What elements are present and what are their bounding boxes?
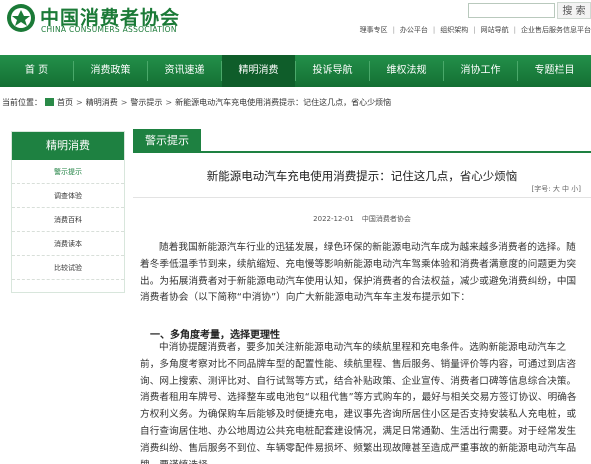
nav-item-news[interactable]: 资讯速递 bbox=[148, 55, 221, 87]
sidebar-title: 精明消费 bbox=[12, 132, 124, 160]
sidebar-item-readers[interactable]: 消费读本 bbox=[12, 232, 124, 256]
sidebar-item-surveys[interactable]: 调查体验 bbox=[12, 184, 124, 208]
breadcrumb-home[interactable]: 首页 bbox=[57, 98, 73, 107]
tab-warnings[interactable]: 警示提示 bbox=[133, 129, 201, 153]
top-link[interactable]: 办公平台 bbox=[400, 26, 428, 34]
breadcrumb-prefix: 当前位置： bbox=[2, 98, 42, 107]
chevron-right-icon: > bbox=[165, 98, 173, 107]
nav-item-smart-consumption[interactable]: 精明消费 bbox=[222, 55, 295, 87]
sidebar-item-encyclopedia[interactable]: 消费百科 bbox=[12, 208, 124, 232]
divider bbox=[133, 197, 591, 198]
nav-item-home[interactable]: 首 页 bbox=[0, 55, 73, 87]
article-date: 2022-12-01 bbox=[313, 215, 354, 223]
nav-item-work[interactable]: 消协工作 bbox=[444, 55, 517, 87]
breadcrumb-item[interactable]: 警示提示 bbox=[130, 98, 162, 107]
nav-item-regulations[interactable]: 维权法规 bbox=[370, 55, 443, 87]
article-title: 新能源电动汽车充电使用消费提示：记住这几点，省心少烦恼 bbox=[206, 169, 518, 183]
logo-subtitle: CHINA CONSUMERS ASSOCIATION bbox=[41, 25, 177, 34]
cca-logo-icon bbox=[7, 4, 35, 32]
article-paragraph: 中消协提醒消费者，要多加关注新能源电动汽车的续航里程和充电条件。选购新能源电动汽… bbox=[140, 342, 577, 464]
sidebar-item-comparison[interactable]: 比较试验 bbox=[12, 256, 124, 280]
search-button[interactable]: 搜 索 bbox=[557, 2, 591, 19]
top-link[interactable]: 企业售后服务信息平台 bbox=[521, 26, 591, 34]
sidebar-item-warnings[interactable]: 警示提示 bbox=[12, 160, 124, 184]
top-link[interactable]: 网站导航 bbox=[481, 26, 509, 34]
section-tab-bar: 警示提示 bbox=[133, 129, 591, 153]
font-size-switch[interactable]: [字号: 大 中 小] bbox=[532, 184, 582, 194]
article-source: 中国消费者协会 bbox=[361, 215, 411, 223]
home-icon bbox=[45, 98, 54, 106]
article-heading: 一、多角度考量，选择更理性 bbox=[150, 330, 280, 341]
chevron-right-icon: > bbox=[76, 98, 83, 107]
top-link[interactable]: 理事专区 bbox=[360, 26, 388, 34]
breadcrumb: 当前位置： 首页 > 精明消费 > 警示提示 > 新能源电动汽车充电使用消费提示：记住这几点，… bbox=[2, 97, 391, 108]
sidebar: 精明消费 警示提示 调查体验 消费百科 消费读本 比较试验 bbox=[11, 131, 125, 293]
article-paragraph: 随着我国新能源汽车行业的迅猛发展，绿色环保的新能源电动汽车成为越来越多消费者的选… bbox=[140, 242, 577, 304]
chevron-right-icon: > bbox=[120, 98, 128, 107]
search-input[interactable] bbox=[468, 3, 555, 18]
breadcrumb-item[interactable]: 精明消费 bbox=[86, 98, 118, 107]
top-links: 理事专区 | 办公平台 | 组织架构 | 网站导航 | 企业售后服务信息平台 bbox=[359, 26, 591, 34]
nav-item-policy[interactable]: 消费政策 bbox=[74, 55, 147, 87]
article-meta: 2022-12-01 中国消费者协会 bbox=[133, 214, 591, 224]
main-nav: 首 页 消费政策 资讯速递 精明消费 投诉导航 维权法规 消协工作 专题栏目 bbox=[0, 55, 591, 87]
site-header: 中国消费者协会 CHINA CONSUMERS ASSOCIATION 搜 索 … bbox=[0, 0, 591, 55]
nav-item-topics[interactable]: 专题栏目 bbox=[518, 55, 591, 87]
top-link[interactable]: 组织架构 bbox=[440, 26, 468, 34]
nav-item-complaints[interactable]: 投诉导航 bbox=[296, 55, 369, 87]
breadcrumb-current: 新能源电动汽车充电使用消费提示：记住这几点，省心少烦恼 bbox=[175, 98, 392, 107]
